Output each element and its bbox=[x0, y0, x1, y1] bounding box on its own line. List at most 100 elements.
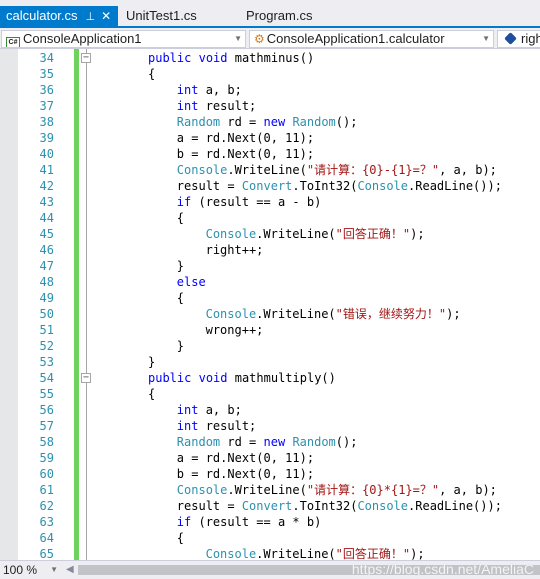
line-number: 54 bbox=[39, 371, 54, 385]
code-line[interactable]: 40 b = rd.Next(0, 11); bbox=[0, 146, 540, 162]
collapse-icon[interactable]: − bbox=[81, 53, 91, 63]
line-number: 46 bbox=[39, 243, 54, 257]
type-dropdown[interactable]: ⚙ ConsoleApplication1.calculator ▼ bbox=[249, 30, 494, 48]
keyword-token: else bbox=[176, 275, 206, 289]
code-line[interactable]: 64 { bbox=[0, 530, 540, 546]
string-token: "回答正确！" bbox=[335, 227, 411, 241]
code-token: mathminus() bbox=[227, 51, 315, 65]
code-token: (); bbox=[335, 435, 358, 449]
code-line[interactable]: 54 − public void mathmultiply() bbox=[0, 370, 540, 386]
code-line[interactable]: 60 b = rd.Next(0, 11); bbox=[0, 466, 540, 482]
code-line[interactable]: 59 a = rd.Next(0, 11); bbox=[0, 450, 540, 466]
code-line[interactable]: 46 right++; bbox=[0, 242, 540, 258]
zoom-level-dropdown[interactable]: 100 % ▼ bbox=[1, 562, 61, 578]
code-editor[interactable]: 34 − public void mathminus() 35 {36 int a, b;… bbox=[0, 49, 540, 560]
line-number: 40 bbox=[39, 147, 54, 161]
line-number: 47 bbox=[39, 259, 54, 273]
code-text: } bbox=[177, 338, 184, 354]
chevron-down-icon: ▼ bbox=[50, 565, 58, 574]
pin-icon[interactable]: ⊥ bbox=[86, 11, 96, 23]
code-token: rd = bbox=[220, 435, 264, 449]
code-text: Random rd = new Random(); bbox=[177, 114, 358, 130]
code-line[interactable]: 61 Console.WriteLine("请计算：{0}*{1}=？", a, … bbox=[0, 482, 540, 498]
code-line[interactable]: 56 int a, b; bbox=[0, 402, 540, 418]
code-line[interactable]: 35 { bbox=[0, 66, 540, 82]
member-dropdown[interactable]: righ bbox=[497, 30, 540, 48]
code-line[interactable]: 39 a = rd.Next(0, 11); bbox=[0, 130, 540, 146]
keyword-token: new bbox=[263, 115, 286, 129]
code-text: { bbox=[148, 386, 155, 402]
code-token: { bbox=[176, 291, 185, 305]
keyword-token: if bbox=[176, 195, 192, 209]
code-token: result = bbox=[176, 499, 242, 513]
tab-label: calculator.cs bbox=[6, 8, 78, 23]
code-token: mathmultiply() bbox=[227, 371, 336, 385]
keyword-token: void bbox=[198, 51, 228, 65]
project-dropdown[interactable]: C# ConsoleApplication1 ▼ bbox=[1, 30, 246, 48]
code-token: result; bbox=[198, 99, 257, 113]
tab-program-cs[interactable]: Program.cs bbox=[240, 6, 318, 26]
code-text: public void mathmultiply() bbox=[148, 370, 336, 386]
type-token: Console bbox=[205, 547, 257, 560]
code-text: else bbox=[177, 274, 206, 290]
line-number: 44 bbox=[39, 211, 54, 225]
code-line[interactable]: 62 result = Convert.ToInt32(Console.ReadL… bbox=[0, 498, 540, 514]
code-line[interactable]: 58 Random rd = new Random(); bbox=[0, 434, 540, 450]
code-token: (); bbox=[335, 115, 358, 129]
line-number: 43 bbox=[39, 195, 54, 209]
code-text: b = rd.Next(0, 11); bbox=[177, 146, 314, 162]
code-line[interactable]: 43 if (result == a - b) bbox=[0, 194, 540, 210]
code-line[interactable]: 53} bbox=[0, 354, 540, 370]
code-line[interactable]: 49 { bbox=[0, 290, 540, 306]
code-token: { bbox=[148, 67, 156, 81]
code-token: , a, b); bbox=[439, 163, 497, 177]
code-text: Console.WriteLine("回答正确！"); bbox=[206, 546, 425, 560]
code-line[interactable]: 47} bbox=[0, 258, 540, 274]
code-token: result; bbox=[198, 419, 257, 433]
collapse-icon[interactable]: − bbox=[81, 373, 91, 383]
code-text: b = rd.Next(0, 11); bbox=[177, 466, 314, 482]
code-line[interactable]: 45 Console.WriteLine("回答正确！"); bbox=[0, 226, 540, 242]
code-line[interactable]: 50 Console.WriteLine("错误，继续努力！"); bbox=[0, 306, 540, 322]
code-line[interactable]: 57 int result; bbox=[0, 418, 540, 434]
code-line[interactable]: 65 Console.WriteLine("回答正确！"); bbox=[0, 546, 540, 560]
code-line[interactable]: 42 result = Convert.ToInt32(Console.ReadL… bbox=[0, 178, 540, 194]
close-icon[interactable]: ✕ bbox=[101, 9, 111, 23]
keyword-token: void bbox=[198, 371, 228, 385]
code-text: int result; bbox=[177, 98, 256, 114]
line-number: 62 bbox=[39, 499, 54, 513]
code-text: if (result == a * b) bbox=[177, 514, 322, 530]
code-text: { bbox=[148, 66, 155, 82]
code-text: int result; bbox=[177, 418, 256, 434]
code-line[interactable]: 51 wrong++; bbox=[0, 322, 540, 338]
code-line[interactable]: 48 else bbox=[0, 274, 540, 290]
keyword-token: if bbox=[176, 515, 192, 529]
code-text: { bbox=[177, 210, 184, 226]
code-token: { bbox=[148, 387, 156, 401]
code-text: Console.WriteLine("回答正确！"); bbox=[206, 226, 425, 242]
code-line[interactable]: 55 { bbox=[0, 386, 540, 402]
tab-unittest1-cs[interactable]: UnitTest1.cs bbox=[120, 6, 203, 26]
type-token: Random bbox=[176, 115, 221, 129]
line-number: 42 bbox=[39, 179, 54, 193]
class-icon: ⚙ bbox=[254, 32, 265, 46]
tab-calculator-cs[interactable]: calculator.cs ⊥ ✕ bbox=[0, 6, 118, 26]
line-number: 57 bbox=[39, 419, 54, 433]
keyword-token: public bbox=[148, 371, 192, 385]
line-number: 63 bbox=[39, 515, 54, 529]
code-text: int a, b; bbox=[177, 402, 242, 418]
code-line[interactable]: 38 Random rd = new Random(); bbox=[0, 114, 540, 130]
code-line[interactable]: 41 Console.WriteLine("请计算：{0}-{1}=？", a, … bbox=[0, 162, 540, 178]
code-line[interactable]: 63 if (result == a * b) bbox=[0, 514, 540, 530]
code-line[interactable]: 52} bbox=[0, 338, 540, 354]
code-line[interactable]: 34 − public void mathminus() bbox=[0, 50, 540, 66]
string-token: "请计算：{0}-{1}=？" bbox=[306, 163, 440, 177]
code-line[interactable]: 36 int a, b; bbox=[0, 82, 540, 98]
line-number: 48 bbox=[39, 275, 54, 289]
code-line[interactable]: 44 { bbox=[0, 210, 540, 226]
code-line[interactable]: 37 int result; bbox=[0, 98, 540, 114]
scroll-left-icon[interactable]: ◀ bbox=[66, 564, 74, 575]
string-token: "回答正确！" bbox=[335, 547, 411, 560]
code-token: .ReadLine()); bbox=[408, 179, 502, 193]
